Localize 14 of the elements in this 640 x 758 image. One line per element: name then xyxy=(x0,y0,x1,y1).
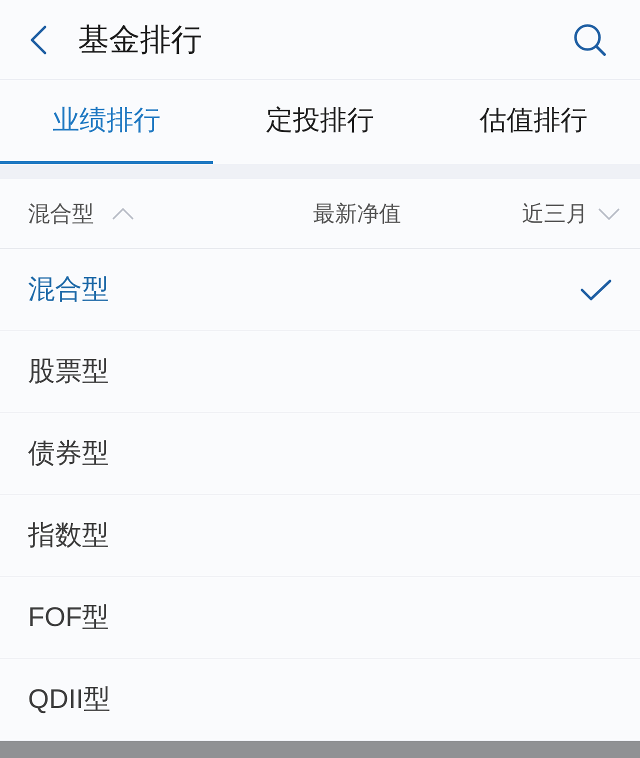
page-title: 基金排行 xyxy=(78,24,202,55)
tab[interactable]: 估值排行 xyxy=(426,80,640,164)
search-button[interactable] xyxy=(572,22,608,58)
back-button[interactable] xyxy=(28,24,48,54)
search-icon xyxy=(573,22,607,56)
caret-up-icon xyxy=(112,208,134,220)
period-dropdown[interactable]: 近三月 xyxy=(522,202,620,224)
tab[interactable]: 业绩排行 xyxy=(0,80,214,164)
column-header: 最新净值 xyxy=(313,202,401,224)
back-chevron-icon xyxy=(29,24,47,54)
checkmark-icon xyxy=(580,278,612,300)
tab[interactable]: 定投排行 xyxy=(213,80,427,164)
category-dropdown[interactable]: 混合型 xyxy=(28,202,134,224)
caret-down-icon xyxy=(598,208,620,220)
